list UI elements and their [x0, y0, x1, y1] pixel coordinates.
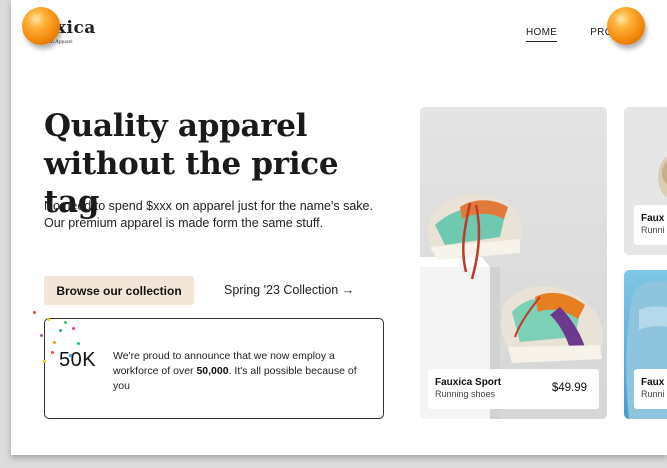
orange-ball-left: [22, 7, 60, 45]
stat-card: 50K We're proud to announce that we now …: [44, 318, 384, 419]
stat-text: We're proud to announce that we now empl…: [113, 349, 375, 394]
orange-ball-right: [607, 7, 645, 45]
product-subtitle-side-2: Runni: [641, 389, 665, 399]
product-card-side-2[interactable]: Faux Runni: [624, 270, 667, 419]
browse-collection-button[interactable]: Browse our collection: [44, 276, 194, 305]
product-name-side-2: Faux: [641, 377, 665, 388]
product-card-main[interactable]: Fauxica Sport Running shoes $49.99: [420, 107, 607, 419]
product-info-main: Fauxica Sport Running shoes $49.99: [428, 369, 599, 409]
top-nav: HOME PRO: [526, 27, 613, 42]
page-frame: uxica mium Apparel HOME PRO Quality appa…: [11, 0, 667, 455]
stat-text-bold: 50,000: [196, 365, 229, 377]
nav-item-home[interactable]: HOME: [526, 27, 558, 42]
product-subtitle-side-1: Runni: [641, 225, 665, 235]
stat-number: 50K: [59, 349, 97, 371]
product-price: $49.99: [551, 382, 587, 394]
product-name: Fauxica Sport: [435, 377, 502, 388]
product-card-side-1[interactable]: Faux Runni: [624, 107, 667, 255]
product-name-side-1: Faux: [641, 213, 665, 224]
product-info-side-1: Faux Runni: [634, 205, 667, 245]
spring-collection-link[interactable]: Spring '23 Collection →: [224, 283, 354, 297]
hero-description: No need to spend $xxx on apparel just fo…: [44, 199, 373, 230]
product-info-side-2: Faux Runni: [634, 369, 667, 409]
product-subtitle: Running shoes: [435, 389, 496, 399]
